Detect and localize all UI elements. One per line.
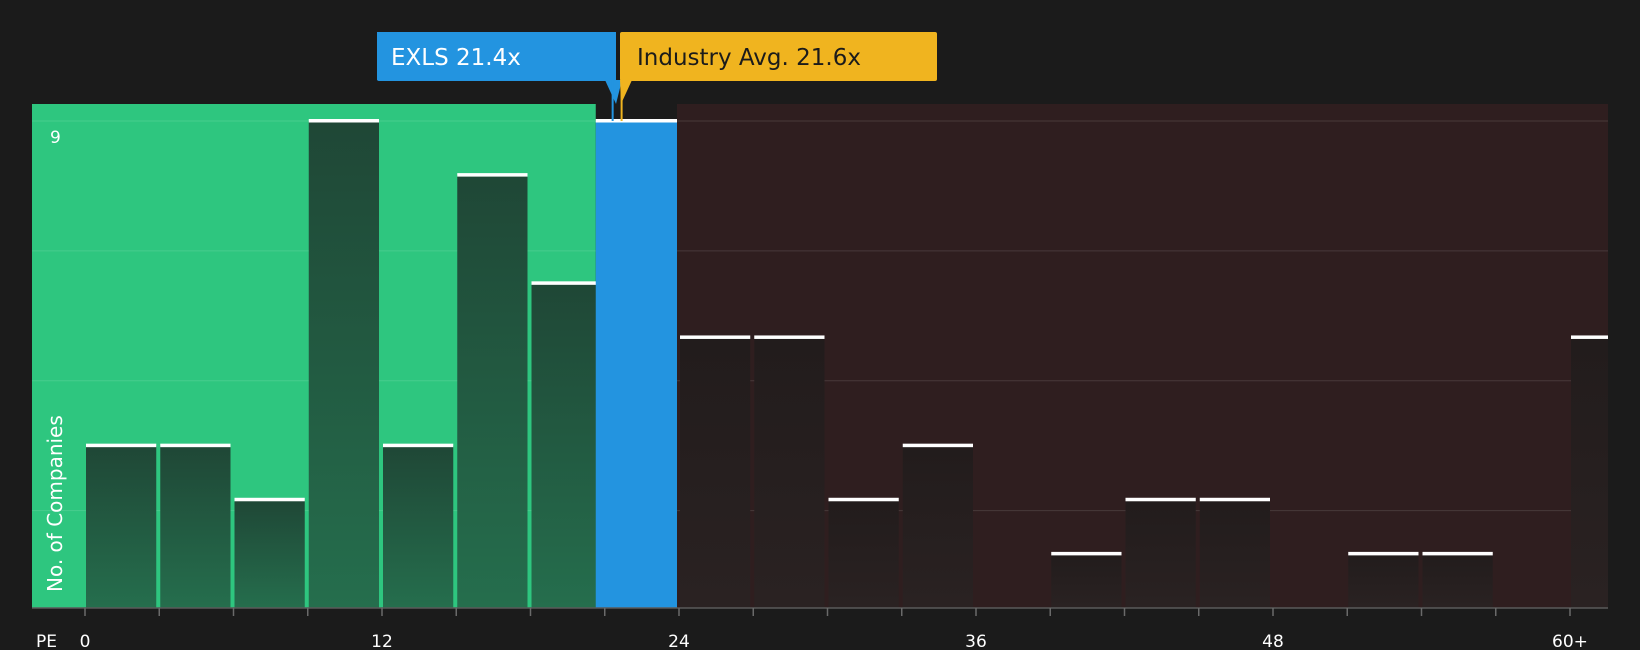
- bar-3-6: [160, 445, 231, 608]
- bar-18-21: [531, 283, 602, 608]
- pe-distribution-chart: 0 12 24 36 48 60+ 9 No. of Companies PE EXLS …: [32, 32, 1608, 650]
- bar-cap-45-48: [1199, 497, 1270, 502]
- bar-21-24: [595, 121, 677, 608]
- bar-9-12: [308, 121, 379, 608]
- bar-cap-27-30: [754, 335, 825, 339]
- tick-label-0: 0: [80, 632, 91, 650]
- tick-label-24: 24: [668, 632, 690, 650]
- tick-label-12: 12: [371, 632, 393, 650]
- bar-cap-15-18: [457, 173, 528, 177]
- bar-cap-9-12: [308, 119, 379, 123]
- bar-cap-12-15: [383, 443, 454, 448]
- x-axis-label: PE: [36, 632, 57, 650]
- callout-industry-label: Industry Avg. 21.6x: [637, 45, 861, 71]
- bar-60-63: [1571, 337, 1608, 608]
- y-top-label: 9: [50, 128, 61, 148]
- bar-42-45: [1125, 499, 1196, 608]
- bar-30-33: [828, 499, 899, 608]
- bar-51-54: [1348, 553, 1419, 608]
- callout-company-label: EXLS 21.4x: [391, 45, 521, 71]
- bar-15-18: [457, 175, 528, 608]
- tick-label-60+: 60+: [1552, 632, 1588, 650]
- bar-cap-33-36: [902, 443, 973, 448]
- bar-cap-24-27: [680, 335, 751, 339]
- bar-cap-21-24: [595, 119, 677, 123]
- bar-cap-0-3: [86, 443, 157, 448]
- bar-39-42: [1051, 553, 1122, 608]
- bar-cap-60-63: [1571, 335, 1608, 339]
- bar-54-57: [1422, 553, 1493, 608]
- tick-label-48: 48: [1262, 632, 1284, 650]
- bar-12-15: [383, 445, 454, 608]
- x-ticks: 0 12 24 36 48 60+: [80, 608, 1588, 650]
- bar-cap-51-54: [1348, 551, 1419, 556]
- bar-cap-54-57: [1422, 551, 1493, 556]
- bar-cap-6-9: [234, 497, 305, 502]
- bar-cap-3-6: [160, 443, 231, 448]
- bar-6-9: [234, 499, 305, 608]
- bar-cap-18-21: [531, 281, 602, 285]
- bar-24-27: [680, 337, 751, 608]
- y-axis-label: No. of Companies: [43, 415, 67, 592]
- bar-cap-30-33: [828, 497, 899, 502]
- bar-33-36: [902, 445, 973, 608]
- bar-cap-39-42: [1051, 551, 1122, 556]
- bar-45-48: [1199, 499, 1270, 608]
- bar-27-30: [754, 337, 825, 608]
- bar-0-3: [86, 445, 157, 608]
- tick-label-36: 36: [965, 632, 987, 650]
- bar-cap-42-45: [1125, 497, 1196, 502]
